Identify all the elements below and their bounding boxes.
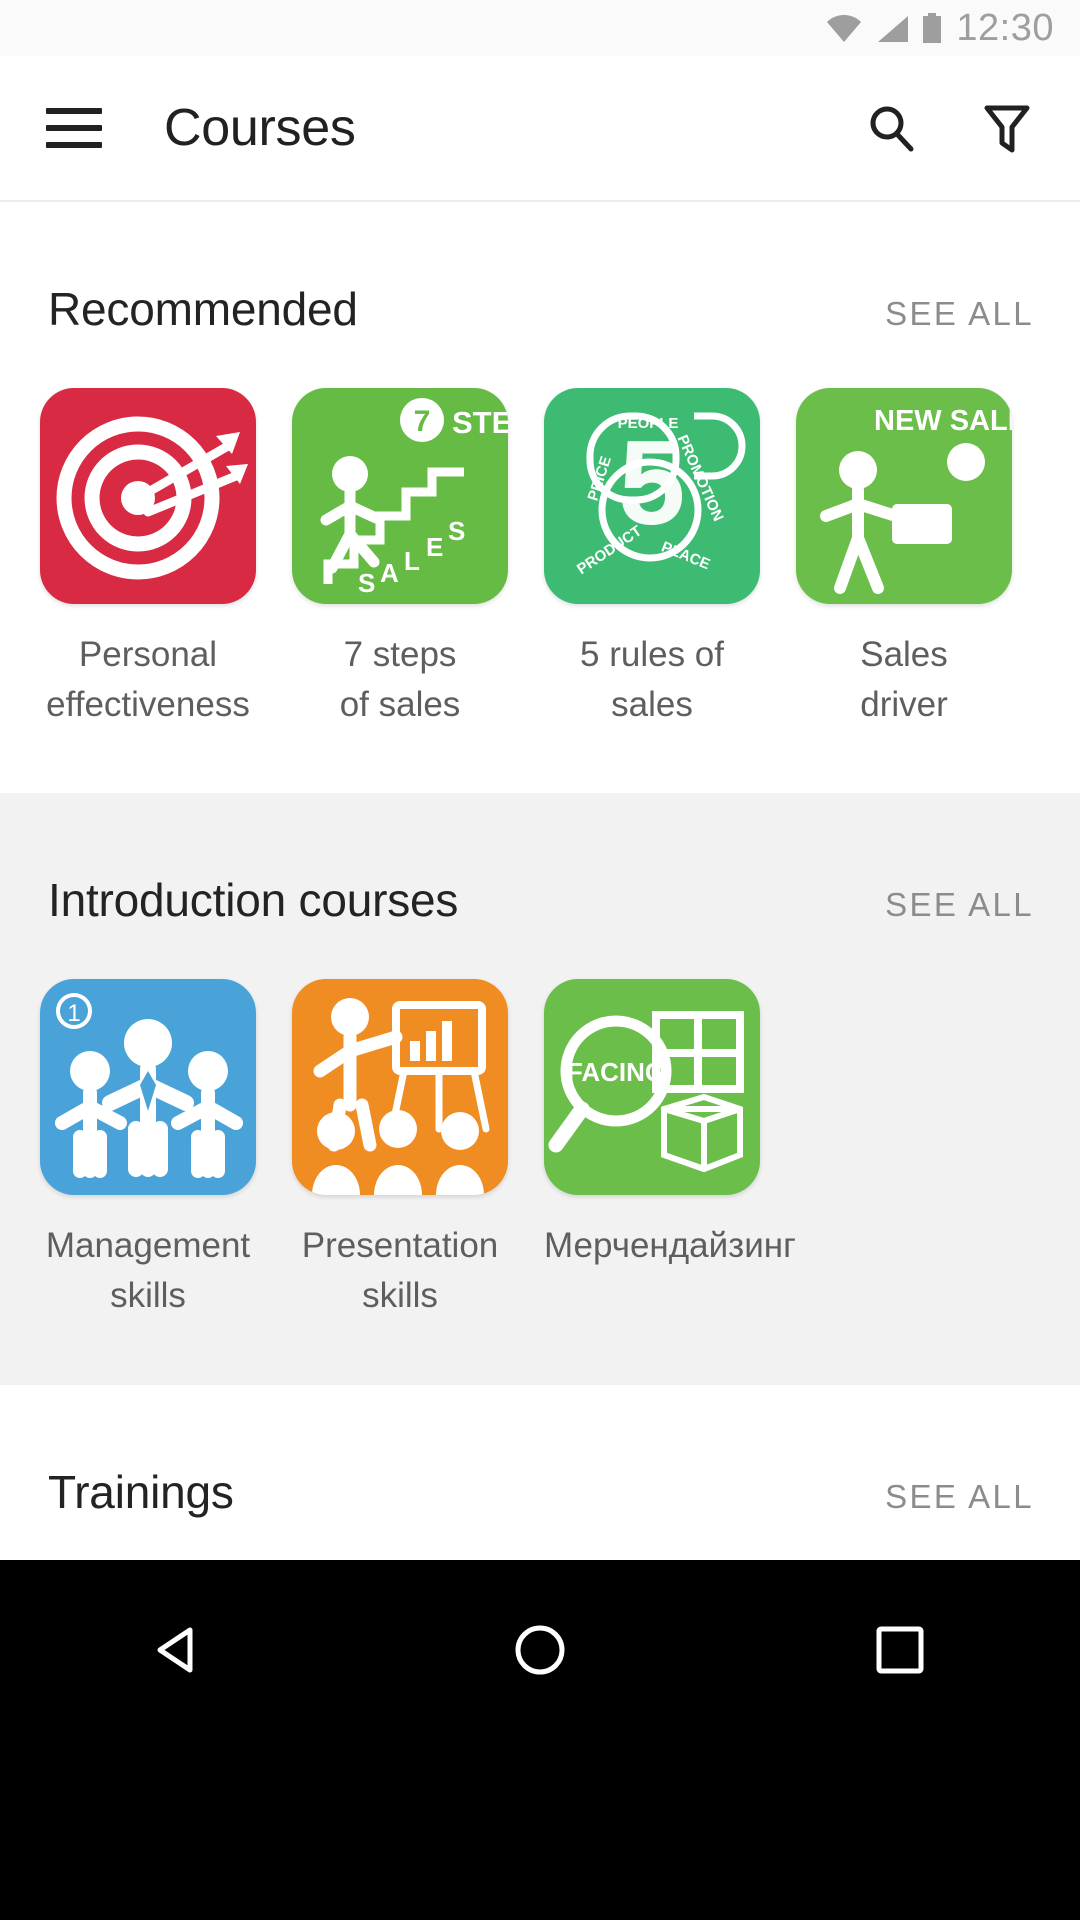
badge-number-text: 1 (67, 1000, 80, 1027)
section-header: Recommended SEE ALL (0, 202, 1080, 336)
course-card[interactable]: 1 Management skills (40, 979, 256, 1320)
recents-square-icon[interactable] (840, 1604, 960, 1696)
page-title: Courses (164, 99, 356, 157)
section-header: Trainings SEE ALL (0, 1385, 1080, 1519)
steps-heading-text: STEPS (452, 405, 508, 440)
course-label: Management skills (45, 1226, 251, 1316)
section-title: Recommended (48, 283, 358, 335)
status-bar-clock: 12:30 (956, 6, 1054, 49)
section-title: Introduction courses (48, 874, 459, 927)
course-label: Sales driver (860, 635, 948, 724)
status-bar: 12:30 (0, 0, 1080, 56)
see-all-link[interactable]: SEE ALL (885, 295, 1034, 333)
course-label: Мерчендайзинг (544, 1226, 796, 1266)
course-label: 5 rules of sales (580, 635, 724, 724)
app-bar: Courses (0, 56, 1080, 202)
svg-text:E: E (426, 532, 443, 562)
course-label: 7 steps of sales (339, 635, 461, 724)
course-label: Personal effectiveness (46, 635, 250, 724)
svg-text:S: S (448, 516, 465, 546)
app-bar-actions (862, 99, 1036, 157)
svg-text:L: L (404, 546, 420, 576)
search-icon[interactable] (862, 99, 920, 157)
course-label: Presentation skills (301, 1226, 499, 1316)
home-circle-icon[interactable] (480, 1604, 600, 1696)
course-thumbnail-facing-magnifier[interactable]: FACING (544, 979, 760, 1196)
svg-text:S: S (358, 568, 375, 598)
back-triangle-icon[interactable] (120, 1604, 240, 1696)
hamburger-menu-icon[interactable] (46, 108, 102, 148)
course-card[interactable]: 7 STEPS SA LES 7 steps of sales (292, 388, 508, 729)
course-card[interactable]: Presentation skills (292, 979, 508, 1320)
see-all-link[interactable]: SEE ALL (885, 1478, 1034, 1516)
status-bar-icons (826, 13, 942, 43)
course-carousel-introduction[interactable]: 1 Management skills Presentation skills … (0, 927, 1080, 1320)
seven-badge-number: 7 (414, 405, 431, 438)
svg-text:PEOPLE: PEOPLE (618, 415, 679, 432)
course-card[interactable]: 5 PEOPLE PRICE PROMOTION PRODUCT PLACE 5… (544, 388, 760, 729)
course-thumbnail-sales-driver[interactable]: NEW SALES (796, 388, 1012, 604)
see-all-link[interactable]: SEE ALL (885, 886, 1034, 924)
course-thumbnail-five-rules[interactable]: 5 PEOPLE PRICE PROMOTION PRODUCT PLACE (544, 388, 760, 604)
section-header: Introduction courses SEE ALL (0, 793, 1080, 927)
section-recommended: Recommended SEE ALL Personal effectivene… (0, 202, 1080, 794)
section-introduction-courses: Introduction courses SEE ALL 1 Managemen… (0, 793, 1080, 1385)
course-thumbnail-seven-steps[interactable]: 7 STEPS SA LES (292, 388, 508, 604)
course-carousel-recommended[interactable]: Personal effectiveness 7 STEPS SA (0, 336, 1080, 729)
cellular-signal-icon (875, 15, 909, 43)
android-navigation-bar (0, 1560, 1080, 1920)
facing-label-text: FACING (567, 1057, 665, 1087)
course-thumbnail-team-people[interactable]: 1 (40, 979, 256, 1196)
course-card[interactable]: FACING Мерчендайзинг (544, 979, 796, 1320)
course-thumbnail-target-arrows[interactable] (40, 388, 256, 604)
section-trainings: Trainings SEE ALL (0, 1384, 1080, 1519)
battery-icon (922, 13, 942, 43)
new-sales-heading-text: NEW SALES (874, 405, 1012, 437)
section-title: Trainings (48, 1465, 234, 1518)
course-card[interactable]: Personal effectiveness (40, 388, 256, 729)
filter-icon[interactable] (978, 99, 1036, 157)
wifi-icon (826, 15, 862, 43)
course-card[interactable]: NEW SALES Sales driver (796, 388, 1012, 729)
svg-text:A: A (380, 558, 399, 588)
course-thumbnail-presenter-flipchart[interactable] (292, 979, 508, 1196)
